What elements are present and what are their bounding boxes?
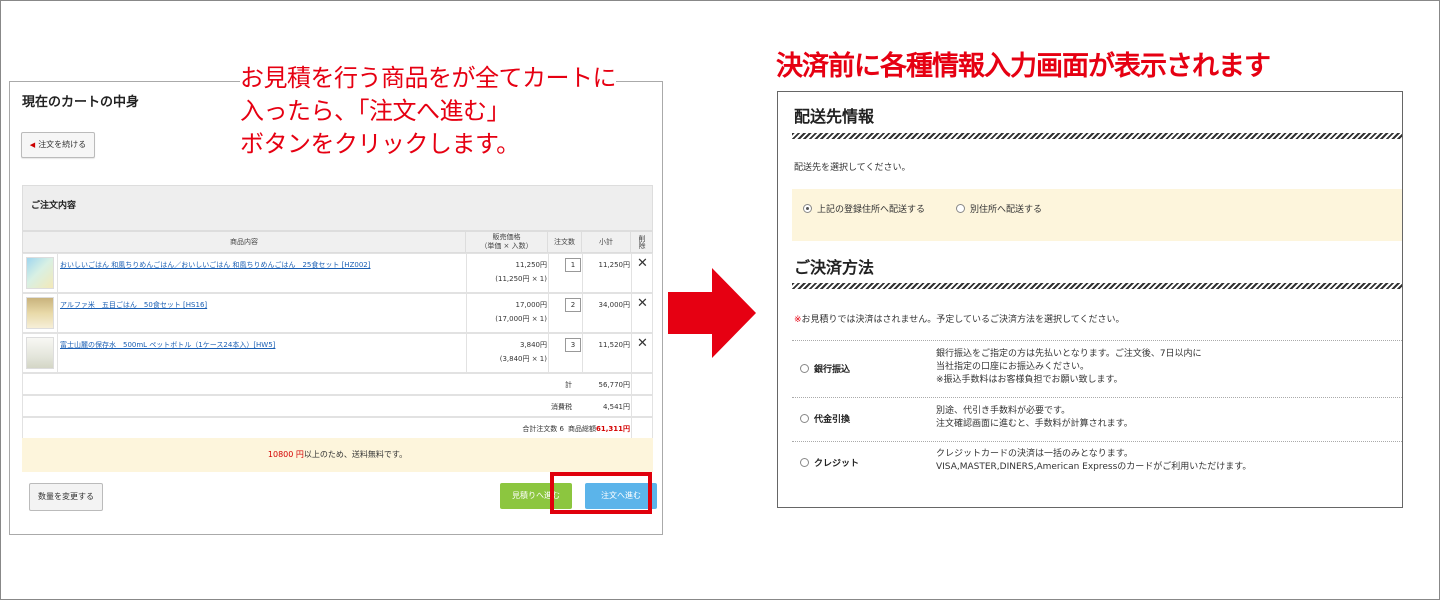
section-divider xyxy=(792,283,1402,289)
delete-icon[interactable]: ✕ xyxy=(637,336,648,351)
row-divider xyxy=(792,441,1402,442)
payment-method-credit[interactable]: クレジット xyxy=(800,456,859,469)
quantity-input[interactable]: 3 xyxy=(565,338,581,352)
cod-desc-line: 注文確認画面に進むと、手数料が計算されます。 xyxy=(936,419,1133,429)
payment-title: ご決済方法 xyxy=(794,258,875,277)
col-price-line1: 販売価格 xyxy=(492,233,521,241)
shipping-options: 上記の登録住所へ配送する 別住所へ配送する xyxy=(792,189,1402,241)
payment-note: ※お見積りでは決済はされません。予定しているご決済方法を選択してください。 xyxy=(794,312,1124,325)
quantity-input[interactable]: 2 xyxy=(565,298,581,312)
free-shipping-notice: 10800 円以上のため、送料無料です。 xyxy=(22,438,653,472)
col-delete: 削除 xyxy=(630,231,653,253)
bank-label: 銀行振込 xyxy=(814,365,851,375)
table-row: アルファ米 五目ごはん 50食セット [HS16] 17,000円 (17,00… xyxy=(22,293,653,333)
payment-method-cod[interactable]: 代金引換 xyxy=(800,412,850,425)
col-price-line2: （単価 × 入数） xyxy=(480,242,533,250)
cod-label: 代金引換 xyxy=(814,415,851,425)
cod-description: 別途、代引き手数料が必要です。 注文確認画面に進むと、手数料が計算されます。 xyxy=(936,405,1133,431)
delete-icon[interactable]: ✕ xyxy=(637,256,648,271)
quantity-input[interactable]: 1 xyxy=(565,258,581,272)
price-detail: (11,250円 × 1) xyxy=(495,275,547,283)
caret-left-icon: ◀ xyxy=(29,141,36,149)
price-detail: (17,000円 × 1) xyxy=(495,315,547,323)
ship-option-registered-label: 上記の登録住所へ配送する xyxy=(817,205,926,215)
col-product: 商品内容 xyxy=(22,231,466,253)
highlight-box xyxy=(550,472,652,514)
continue-order-label: 注文を続ける xyxy=(38,140,87,149)
grand-total-row: 合計注文数 6 商品総額 61,311円 xyxy=(22,417,653,439)
product-thumbnail xyxy=(26,337,54,369)
product-link[interactable]: アルファ米 五目ごはん 50食セット [HS16] xyxy=(60,300,207,310)
unit-price: 17,000円 xyxy=(515,301,548,309)
cart-title: 現在のカートの中身 xyxy=(22,95,140,110)
table-row: 富士山麓の保存水 500mL ペットボトル（1ケース24本入）[HW5] 3,8… xyxy=(22,333,653,373)
radio-icon[interactable] xyxy=(800,414,809,423)
radio-selected-icon[interactable] xyxy=(803,204,812,213)
credit-desc-line: クレジットカードの決済は一括のみとなります。 xyxy=(936,449,1133,459)
unit-price: 3,840円 xyxy=(519,341,547,349)
tax-row: 消費税 4,541円 xyxy=(22,395,653,417)
product-thumbnail xyxy=(26,297,54,329)
col-qty: 注文数 xyxy=(547,231,582,253)
tax-label: 消費税 xyxy=(551,403,572,411)
radio-icon[interactable] xyxy=(956,204,965,213)
product-link[interactable]: おいしいごはん 和風ちりめんごはん／おいしいごはん 和風ちりめんごはん 25食セ… xyxy=(60,260,370,270)
bank-desc-line: ※振込手数料はお客様負担でお願い致します。 xyxy=(936,375,1123,385)
product-thumbnail xyxy=(26,257,54,289)
ship-option-other[interactable]: 別住所へ配送する xyxy=(956,202,1042,215)
left-callout: お見積を行う商品をが全てカートに 入ったら、「注文へ進む」 ボタンをクリックしま… xyxy=(240,62,680,161)
delete-icon[interactable]: ✕ xyxy=(637,296,648,311)
cod-desc-line: 別途、代引き手数料が必要です。 xyxy=(936,406,1071,416)
row-divider xyxy=(792,397,1402,398)
checkout-panel: 配送先情報 配送先を選択してください。 上記の登録住所へ配送する 別住所へ配送す… xyxy=(777,91,1403,508)
payment-method-bank[interactable]: 銀行振込 xyxy=(800,362,850,375)
radio-icon[interactable] xyxy=(800,364,809,373)
bank-desc-line: 銀行振込をご指定の方は先払いとなります。ご注文後、7日以内に xyxy=(936,349,1202,359)
shipping-title: 配送先情報 xyxy=(794,107,875,126)
free-shipping-amount: 10800 円 xyxy=(267,450,304,459)
order-count-label: 合計注文数 6 xyxy=(522,425,564,433)
right-callout: 決済前に各種情報入力画面が表示されます xyxy=(776,51,1271,82)
col-price: 販売価格 （単価 × 入数） xyxy=(465,231,548,253)
table-row: おいしいごはん 和風ちりめんごはん／おいしいごはん 和風ちりめんごはん 25食セ… xyxy=(22,253,653,293)
ship-option-other-label: 別住所へ配送する xyxy=(970,205,1043,215)
order-contents: ご注文内容 商品内容 販売価格 （単価 × 入数） 注文数 小計 削除 おいしい… xyxy=(22,185,657,514)
shipping-prompt: 配送先を選択してください。 xyxy=(794,163,911,173)
left-callout-line3: ボタンをクリックします。 xyxy=(240,130,520,158)
order-heading-bar: ご注文内容 xyxy=(22,185,653,231)
payment-note-mark: ※ xyxy=(794,315,802,325)
change-quantity-button[interactable]: 数量を変更する xyxy=(29,483,103,511)
product-link[interactable]: 富士山麓の保存水 500mL ペットボトル（1ケース24本入）[HW5] xyxy=(60,340,275,350)
ship-option-registered[interactable]: 上記の登録住所へ配送する xyxy=(803,202,925,215)
section-divider xyxy=(792,133,1402,139)
col-subtotal: 小計 xyxy=(581,231,631,253)
continue-order-button[interactable]: ◀ 注文を続ける xyxy=(21,132,95,158)
row-divider xyxy=(792,340,1402,341)
bank-desc-line: 当社指定の口座にお振込みください。 xyxy=(936,362,1090,372)
credit-description: クレジットカードの決済は一括のみとなります。 VISA,MASTER,DINER… xyxy=(936,448,1251,474)
left-callout-line2: 入ったら、「注文へ進む」 xyxy=(240,97,511,125)
total-row: 計 56,770円 xyxy=(22,373,653,395)
right-arrow-icon xyxy=(668,268,756,358)
free-shipping-text: 以上のため、送料無料です。 xyxy=(303,450,408,459)
grand-total-label: 商品総額 xyxy=(568,425,596,433)
total-label: 計 xyxy=(565,381,572,389)
radio-icon[interactable] xyxy=(800,458,809,467)
left-callout-line1: お見積を行う商品をが全てカートに xyxy=(240,64,617,92)
credit-desc-line: VISA,MASTER,DINERS,American Expressのカードが… xyxy=(936,462,1252,472)
price-detail: (3,840円 × 1) xyxy=(499,355,547,363)
row-subtotal: 11,520円 xyxy=(598,341,631,349)
order-heading: ご注文内容 xyxy=(31,201,77,211)
total-value: 56,770円 xyxy=(598,381,631,389)
unit-price: 11,250円 xyxy=(515,261,548,269)
grand-total-value: 61,311円 xyxy=(595,425,630,433)
row-subtotal: 11,250円 xyxy=(598,261,631,269)
row-subtotal: 34,000円 xyxy=(598,301,631,309)
payment-note-text: お見積りでは決済はされません。予定しているご決済方法を選択してください。 xyxy=(801,315,1125,325)
bank-description: 銀行振込をご指定の方は先払いとなります。ご注文後、7日以内に 当社指定の口座にお… xyxy=(936,348,1202,387)
credit-label: クレジット xyxy=(814,459,860,469)
tax-value: 4,541円 xyxy=(602,403,630,411)
